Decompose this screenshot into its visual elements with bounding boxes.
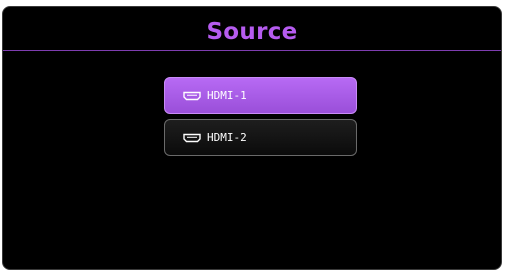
hdmi-port-icon <box>183 91 201 100</box>
source-label: HDMI-2 <box>207 131 247 144</box>
title-divider <box>3 50 501 51</box>
source-item-hdmi-1[interactable]: HDMI-1 <box>164 77 357 114</box>
source-label: HDMI-1 <box>207 89 247 102</box>
hdmi-port-icon <box>183 133 201 142</box>
source-list: HDMI-1 HDMI-2 <box>164 77 357 161</box>
source-item-hdmi-2[interactable]: HDMI-2 <box>164 119 357 156</box>
source-dialog: Source HDMI-1 HDMI-2 <box>2 6 502 270</box>
dialog-title: Source <box>206 19 298 45</box>
